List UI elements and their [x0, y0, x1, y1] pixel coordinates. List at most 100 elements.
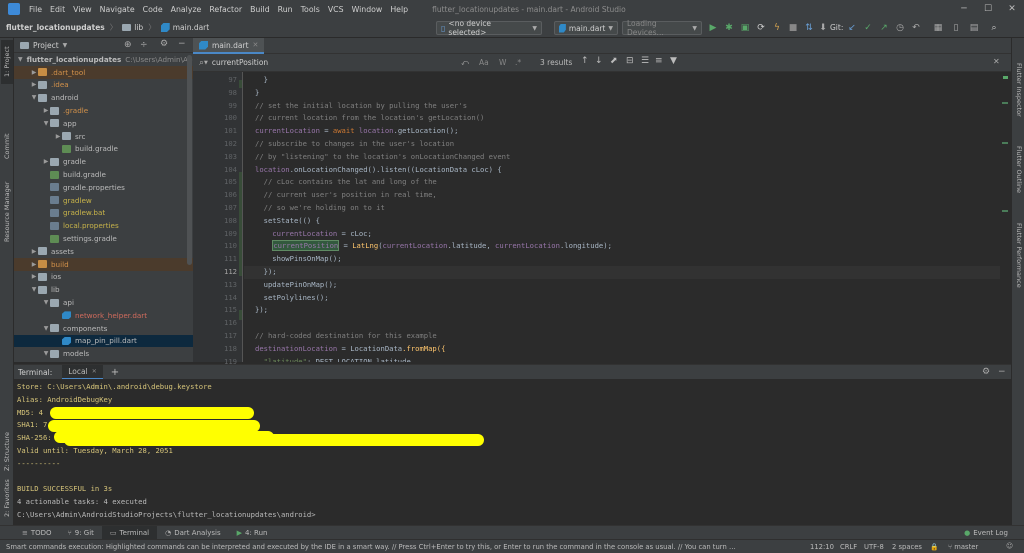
- close-find-icon[interactable]: ✕: [993, 57, 1000, 66]
- project-structure-icon[interactable]: ▦: [930, 20, 946, 36]
- locate-icon[interactable]: ⊕: [124, 40, 132, 50]
- close-icon[interactable]: ✕: [253, 41, 259, 49]
- add-occurrence-icon[interactable]: ⬈: [610, 56, 618, 66]
- run-config-selector[interactable]: main.dart ▼: [554, 21, 618, 35]
- project-view-selector[interactable]: Project: [33, 41, 59, 50]
- status-indent[interactable]: 2 spaces: [888, 543, 926, 551]
- device-selector[interactable]: ▯ <no device selected> ▼: [436, 19, 542, 37]
- tree-item[interactable]: ▼ flutter_locationupdates C:\Users\Admin\A…: [14, 53, 193, 66]
- close-icon[interactable]: ✕: [92, 368, 97, 375]
- status-line-separator[interactable]: CRLF: [836, 543, 861, 551]
- tab-commit[interactable]: Commit: [1, 130, 13, 162]
- search-input[interactable]: currentPosition: [212, 58, 462, 67]
- clear-search-icon[interactable]: ⤺: [461, 58, 469, 68]
- breadcrumb-lib[interactable]: lib: [134, 23, 143, 32]
- bottom-tab-9-git[interactable]: ⑂ 9: Git: [60, 526, 102, 540]
- menu-navigate[interactable]: Navigate: [96, 5, 139, 14]
- lock-icon[interactable]: 🔒: [930, 543, 938, 551]
- tab-flutter-performance[interactable]: Flutter Performance: [1013, 210, 1024, 300]
- tree-item[interactable]: map_pin_pill.dart: [14, 334, 193, 348]
- minimize-icon[interactable]: ─: [952, 0, 976, 18]
- expanded-chevron-icon[interactable]: ▼: [42, 120, 50, 127]
- tree-item[interactable]: build.gradle: [14, 143, 193, 156]
- event-log-button[interactable]: ● Event Log: [956, 526, 1016, 540]
- code-editor[interactable]: }} // set the initial location by pulling…: [244, 72, 1000, 362]
- attach-icon[interactable]: ⟳: [753, 20, 769, 36]
- history-icon[interactable]: ◷: [892, 20, 908, 36]
- breadcrumb-project[interactable]: flutter_locationupdates: [6, 23, 105, 32]
- status-caret-position[interactable]: 112:10: [806, 543, 838, 551]
- tree-item[interactable]: gradlew: [14, 194, 193, 207]
- search-everywhere-icon[interactable]: ⌕: [986, 20, 1002, 36]
- stop-icon[interactable]: ■: [785, 20, 801, 36]
- device-manager-icon[interactable]: ▤: [966, 20, 982, 36]
- collapsed-chevron-icon[interactable]: ▶: [54, 133, 62, 140]
- tab-project[interactable]: 1: Project: [1, 40, 13, 84]
- gear-icon[interactable]: ⚙: [982, 367, 990, 377]
- menu-code[interactable]: Code: [139, 5, 167, 14]
- hide-icon[interactable]: −: [178, 39, 186, 49]
- tab-resource-manager[interactable]: Resource Manager: [1, 178, 13, 246]
- tree-item[interactable]: gradle.properties: [14, 181, 193, 194]
- tree-item[interactable]: ▼ app: [14, 117, 193, 130]
- expanded-chevron-icon[interactable]: ▼: [42, 325, 50, 332]
- tree-item[interactable]: settings.gradle: [14, 232, 193, 245]
- expanded-chevron-icon[interactable]: ▼: [30, 94, 38, 101]
- expanded-chevron-icon[interactable]: ▼: [42, 350, 50, 357]
- sdk-manager-icon[interactable]: ⬇: [815, 20, 831, 36]
- breadcrumb-file[interactable]: main.dart: [173, 23, 210, 32]
- tree-item[interactable]: ▶ src: [14, 130, 193, 143]
- tree-item[interactable]: ▼ components: [14, 322, 193, 335]
- collapsed-chevron-icon[interactable]: ▶: [30, 273, 38, 280]
- tree-item[interactable]: ▼ lib: [14, 283, 193, 296]
- status-encoding[interactable]: UTF-8: [860, 543, 888, 551]
- bottom-tab-dart-analysis[interactable]: ◔ Dart Analysis: [157, 526, 228, 540]
- collapsed-chevron-icon[interactable]: ▶: [30, 81, 38, 88]
- tree-item[interactable]: network_helper.dart: [14, 309, 193, 322]
- regex-toggle[interactable]: .*: [515, 58, 521, 67]
- tree-item[interactable]: ▶ gradle: [14, 155, 193, 168]
- debug-icon[interactable]: ✱: [721, 20, 737, 36]
- tree-item[interactable]: ▶ .idea: [14, 79, 193, 92]
- whole-words-toggle[interactable]: W: [499, 58, 506, 67]
- tree-item[interactable]: gradlew.bat: [14, 207, 193, 220]
- close-icon[interactable]: ✕: [1000, 0, 1024, 18]
- hide-icon[interactable]: −: [998, 367, 1006, 377]
- loading-devices-selector[interactable]: Loading Devices... ▼: [622, 19, 702, 37]
- change-marker[interactable]: [239, 172, 242, 276]
- editor-scrollbar[interactable]: [1000, 72, 1011, 362]
- git-push-icon[interactable]: ↗: [876, 20, 892, 36]
- menu-help[interactable]: Help: [386, 5, 412, 14]
- change-marker[interactable]: [239, 310, 242, 320]
- menu-build[interactable]: Build: [246, 5, 274, 14]
- menu-vcs[interactable]: VCS: [324, 5, 348, 14]
- find-options-icon[interactable]: ☰: [641, 56, 649, 66]
- terminal-output[interactable]: Store: C:\Users\Admin\.android\debug.key…: [14, 379, 1011, 525]
- tab-structure[interactable]: Z: Structure: [1, 430, 13, 474]
- menu-window[interactable]: Window: [348, 5, 387, 14]
- tree-item[interactable]: ▼ android: [14, 91, 193, 104]
- exclude-icon[interactable]: ≡: [655, 56, 663, 66]
- status-git-branch[interactable]: ⑂ master: [944, 543, 982, 551]
- collapse-all-icon[interactable]: ÷: [140, 40, 148, 50]
- collapsed-chevron-icon[interactable]: ▶: [42, 107, 50, 114]
- change-marker[interactable]: [239, 80, 242, 88]
- collapsed-chevron-icon[interactable]: ▶: [30, 248, 38, 255]
- menu-analyze[interactable]: Analyze: [167, 5, 206, 14]
- tree-item[interactable]: build.gradle: [14, 168, 193, 181]
- chevron-down-icon[interactable]: ▼: [63, 42, 68, 49]
- bottom-tab-todo[interactable]: ≡ TODO: [14, 526, 60, 540]
- menu-view[interactable]: View: [69, 5, 96, 14]
- filter-icon[interactable]: ▼: [670, 56, 677, 66]
- collapsed-chevron-icon[interactable]: ▶: [30, 69, 38, 76]
- notifications-icon[interactable]: ☺: [1006, 542, 1013, 550]
- git-commit-icon[interactable]: ✓: [860, 20, 876, 36]
- select-all-occurrences-icon[interactable]: ⊟: [626, 56, 634, 66]
- previous-occurrence-icon[interactable]: ↑: [581, 56, 589, 66]
- tab-favorites[interactable]: 2: Favorites: [1, 476, 13, 520]
- tab-main-dart[interactable]: main.dart ✕: [193, 38, 265, 54]
- avd-manager-icon[interactable]: ▯: [948, 20, 964, 36]
- bottom-tab-terminal[interactable]: ▭ Terminal: [101, 525, 158, 540]
- tree-item[interactable]: ▼ models: [14, 347, 193, 360]
- tree-item[interactable]: ▶ assets: [14, 245, 193, 258]
